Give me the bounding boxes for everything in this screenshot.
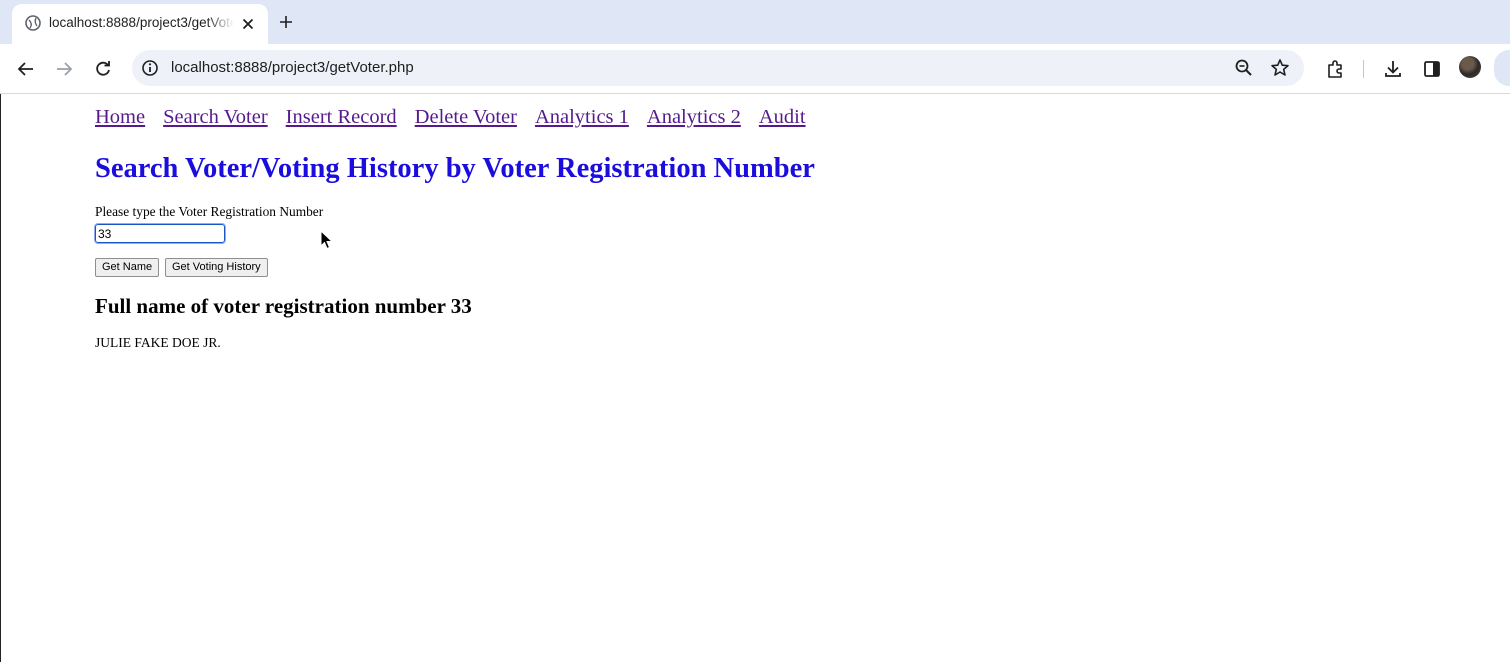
side-panel-icon[interactable] <box>1419 56 1445 82</box>
close-icon[interactable] <box>238 14 258 34</box>
window-edge <box>0 94 1 662</box>
mouse-pointer-icon <box>320 229 334 250</box>
forward-icon[interactable] <box>51 56 77 82</box>
extensions-icon[interactable] <box>1322 56 1348 82</box>
page-title: Search Voter/Voting History by Voter Reg… <box>95 153 815 184</box>
registration-number-label: Please type the Voter Registration Numbe… <box>95 204 324 219</box>
back-icon[interactable] <box>13 56 39 82</box>
get-voting-history-button[interactable]: Get Voting History <box>165 258 268 277</box>
nav-link-home[interactable]: Home <box>95 106 145 128</box>
url-text[interactable]: localhost:8888/project3/getVoter.php <box>171 59 414 77</box>
site-nav: Home Search Voter Insert Record Delete V… <box>95 106 820 132</box>
tab-title: localhost:8888/project3/getVoter.php <box>49 15 234 30</box>
toolbar-separator <box>1363 60 1364 78</box>
browser-toolbar: localhost:8888/project3/getVoter.php <box>0 44 1510 94</box>
nav-link-analytics-2[interactable]: Analytics 2 <box>647 106 741 128</box>
nav-link-insert-record[interactable]: Insert Record <box>286 106 397 128</box>
reload-icon[interactable] <box>90 56 116 82</box>
browser-tab[interactable]: localhost:8888/project3/getVoter.php <box>12 4 268 44</box>
result-heading: Full name of voter registration number 3… <box>95 294 472 318</box>
nav-link-audit[interactable]: Audit <box>759 106 806 128</box>
star-icon[interactable] <box>1270 58 1290 78</box>
zoom-icon[interactable] <box>1234 58 1254 78</box>
nav-link-delete-voter[interactable]: Delete Voter <box>415 106 517 128</box>
address-bar[interactable]: localhost:8888/project3/getVoter.php <box>132 50 1304 86</box>
voter-full-name: JULIE FAKE DOE JR. <box>95 335 221 350</box>
registration-number-input[interactable] <box>94 223 226 244</box>
tab-strip: localhost:8888/project3/getVoter.php <box>0 0 1510 44</box>
download-icon[interactable] <box>1380 56 1406 82</box>
profile-avatar[interactable] <box>1459 56 1481 78</box>
nav-link-analytics-1[interactable]: Analytics 1 <box>535 106 629 128</box>
globe-icon <box>24 14 42 32</box>
info-icon[interactable] <box>141 59 159 77</box>
plus-icon[interactable] <box>274 10 298 34</box>
get-name-button[interactable]: Get Name <box>95 258 160 277</box>
nav-link-search-voter[interactable]: Search Voter <box>163 106 268 128</box>
